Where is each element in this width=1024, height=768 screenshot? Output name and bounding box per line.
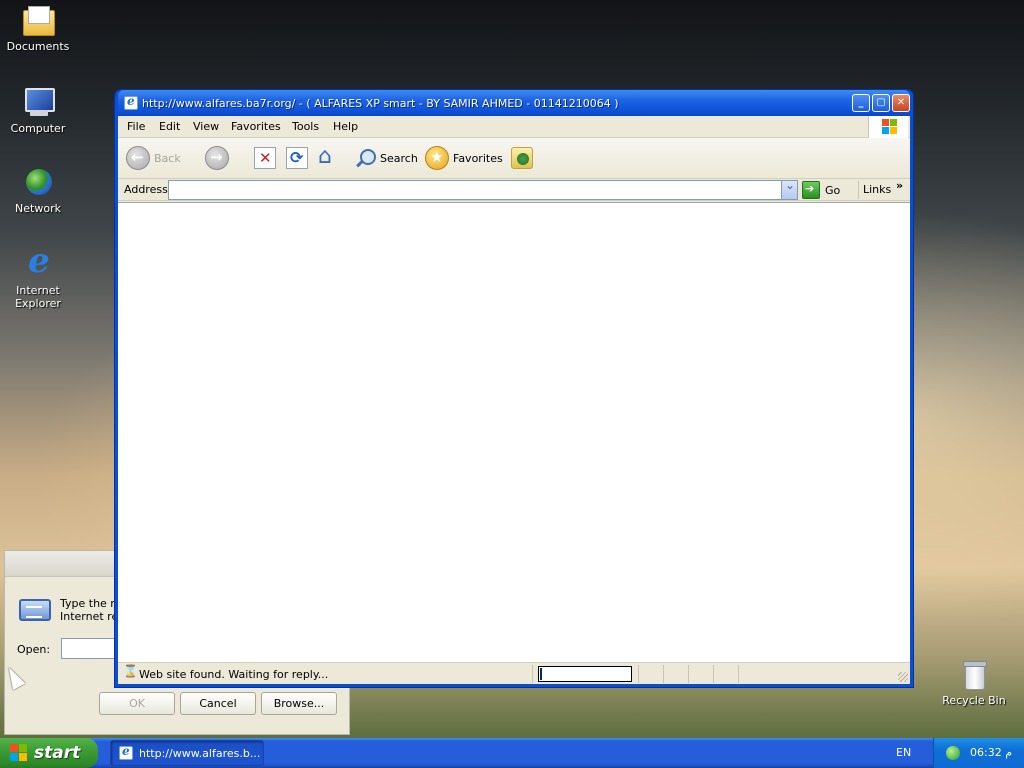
menu-favorites[interactable]: Favorites — [231, 120, 281, 133]
back-button[interactable]: Back — [126, 145, 181, 171]
minimize-button[interactable]: _ — [852, 94, 870, 112]
ok-button[interactable]: OK — [99, 692, 175, 715]
folder-icon — [21, 4, 55, 36]
status-separator — [532, 665, 533, 683]
network-globe-icon — [21, 166, 55, 198]
links-separator — [858, 181, 859, 199]
maximize-button[interactable]: ▢ — [872, 94, 890, 112]
start-button[interactable]: start — [0, 738, 98, 768]
desktop-icon-label: Documents — [6, 40, 70, 53]
menu-view[interactable]: View — [193, 120, 219, 133]
stop-icon — [254, 147, 276, 169]
status-bar: Web site found. Waiting for reply... — [118, 662, 910, 684]
resize-grip-icon[interactable] — [898, 672, 908, 682]
desktop-icon-label: Network — [15, 202, 61, 215]
recycle-bin-icon — [957, 658, 991, 690]
favorites-star-icon — [425, 146, 449, 170]
window-titlebar[interactable]: http://www.alfares.ba7r.org/ - ( ALFARES… — [118, 90, 910, 116]
back-arrow-icon — [126, 146, 150, 170]
go-arrow-icon — [802, 181, 820, 199]
browse-button[interactable]: Browse... — [261, 692, 337, 715]
language-indicator[interactable]: EN — [896, 746, 911, 759]
links-chevron-icon[interactable]: » — [896, 179, 903, 192]
desktop-icon-label: Computer — [10, 122, 66, 135]
media-icon — [511, 147, 533, 169]
progress-fill — [540, 668, 542, 680]
status-separator — [663, 665, 664, 683]
windows-flag-icon — [10, 744, 28, 762]
close-button[interactable]: ✕ — [892, 94, 910, 112]
run-icon — [19, 599, 51, 621]
windows-logo-icon — [868, 116, 908, 138]
cancel-button[interactable]: Cancel — [180, 692, 256, 715]
menu-file[interactable]: File — [127, 120, 145, 133]
menu-help[interactable]: Help — [333, 120, 358, 133]
favorites-label: Favorites — [453, 151, 503, 165]
network-status-icon[interactable] — [946, 746, 960, 760]
start-label: start — [34, 743, 81, 763]
address-label: Address — [124, 183, 168, 196]
taskbar-item-label: http://www.alfares.b... — [139, 746, 261, 760]
favorites-button[interactable]: Favorites — [425, 145, 503, 171]
desktop-icon-label-line1: Internet — [16, 284, 60, 297]
window-body: File Edit View Favorites Tools Help Back — [118, 116, 910, 684]
menu-bar: File Edit View Favorites Tools Help — [118, 116, 910, 138]
window-title: http://www.alfares.ba7r.org/ - ( ALFARES… — [142, 97, 619, 110]
refresh-icon — [286, 147, 308, 169]
progress-bar — [538, 666, 632, 682]
desktop-icon-label: Recycle Bin — [942, 694, 1006, 707]
system-tray: 06:32 م — [933, 738, 1024, 768]
internet-explorer-window: http://www.alfares.ba7r.org/ - ( ALFARES… — [114, 89, 914, 688]
computer-icon — [21, 86, 55, 118]
menu-edit[interactable]: Edit — [159, 120, 180, 133]
media-button[interactable] — [511, 145, 533, 171]
address-input[interactable] — [168, 178, 798, 200]
back-label: Back — [154, 151, 181, 165]
desktop-icon-internet-explorer[interactable]: Internet Explorer — [0, 244, 76, 310]
go-button[interactable]: Go — [802, 181, 840, 199]
status-separator — [713, 665, 714, 683]
run-open-label: Open: — [17, 643, 51, 656]
page-content-area[interactable] — [118, 202, 910, 662]
links-button[interactable]: Links — [863, 183, 891, 196]
forward-button[interactable] — [205, 145, 233, 171]
taskbar-item-internet-explorer[interactable]: http://www.alfares.b... — [110, 740, 264, 766]
go-label: Go — [825, 183, 841, 197]
hourglass-icon — [123, 664, 138, 680]
address-bar: Address Go Links » — [118, 178, 910, 201]
desktop-icon-recycle-bin[interactable]: Recycle Bin — [936, 658, 1012, 707]
desktop-icon-network[interactable]: Network — [0, 166, 76, 215]
desktop-icon-documents[interactable]: Documents — [0, 4, 76, 53]
standard-toolbar: Back Search Favorites — [118, 138, 910, 179]
home-button[interactable] — [317, 144, 339, 171]
ie-title-icon — [124, 94, 138, 110]
status-separator — [688, 665, 689, 683]
refresh-button[interactable] — [286, 145, 308, 171]
status-separator — [738, 665, 739, 683]
status-text: Web site found. Waiting for reply... — [139, 668, 329, 681]
menu-tools[interactable]: Tools — [292, 120, 319, 133]
taskbar: start http://www.alfares.b... EN 06:32 م — [0, 738, 1024, 768]
internet-explorer-icon — [21, 244, 55, 280]
address-dropdown-arrow-icon[interactable] — [781, 178, 797, 199]
status-separator — [638, 665, 639, 683]
search-button[interactable]: Search — [354, 145, 418, 171]
search-icon — [354, 147, 376, 169]
desktop-icon-label-line2: Explorer — [15, 297, 61, 310]
search-label: Search — [380, 151, 418, 165]
desktop-icon-computer[interactable]: Computer — [0, 86, 76, 135]
ie-taskbar-icon — [119, 744, 133, 760]
stop-button[interactable] — [254, 145, 276, 171]
forward-arrow-icon — [205, 146, 229, 170]
home-icon — [317, 144, 339, 169]
clock[interactable]: 06:32 م — [970, 746, 1012, 759]
